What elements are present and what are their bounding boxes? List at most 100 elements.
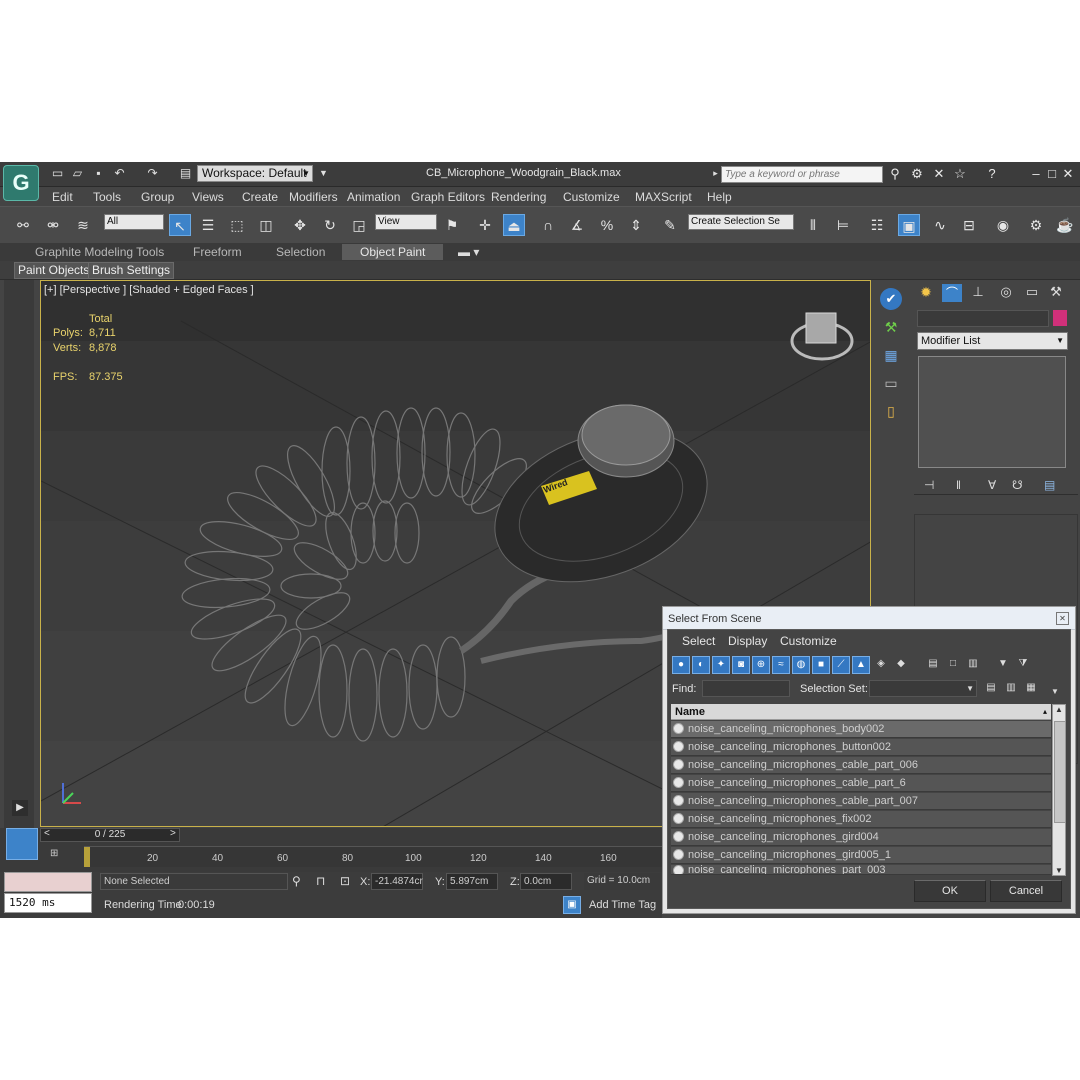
subtab-brush-settings[interactable]: Brush Settings bbox=[88, 262, 175, 279]
window-crossing-icon[interactable]: ◫ bbox=[255, 214, 277, 236]
filter-icon[interactable]: ▼ bbox=[994, 656, 1012, 674]
menu-views[interactable]: Views bbox=[192, 190, 224, 204]
curve-editor-icon[interactable]: ∿ bbox=[929, 214, 951, 236]
motion-tab-icon[interactable]: ◎ bbox=[996, 284, 1016, 302]
display-icon[interactable]: ▭ bbox=[880, 372, 902, 394]
maxscript-listener-mini[interactable] bbox=[4, 872, 92, 892]
menu-group[interactable]: Group bbox=[141, 190, 174, 204]
tab-object-paint[interactable]: Object Paint bbox=[342, 244, 444, 260]
select-by-name-icon[interactable]: ☰ bbox=[197, 214, 219, 236]
tab-graphite-modeling-tools[interactable]: Graphite Modeling Tools bbox=[35, 245, 164, 259]
edit-named-selection-icon[interactable]: ✎ bbox=[659, 214, 681, 236]
menu-rendering[interactable]: Rendering bbox=[491, 190, 546, 204]
reference-coordinate-dropdown[interactable]: View bbox=[375, 214, 437, 230]
add-time-tag[interactable]: Add Time Tag bbox=[589, 899, 656, 911]
move-icon[interactable]: ✥ bbox=[289, 214, 311, 236]
list-item[interactable]: noise_canceling_microphones_cable_part_6 bbox=[671, 775, 1051, 792]
schematic-view-icon[interactable]: ⊟ bbox=[958, 214, 980, 236]
options-chevron-icon[interactable]: ▼ bbox=[1046, 684, 1064, 702]
mirror-icon[interactable]: ⫴ bbox=[802, 214, 824, 236]
x-coordinate-field[interactable]: -21.4874cr bbox=[371, 873, 423, 890]
display-space-warps-icon[interactable]: ≈ bbox=[772, 656, 790, 674]
display-helpers-icon[interactable]: ⊕ bbox=[752, 656, 770, 674]
display-hidden-icon[interactable]: ◆ bbox=[892, 656, 910, 674]
list-item[interactable]: noise_canceling_microphones_part_003 bbox=[671, 865, 1051, 875]
list-item[interactable]: noise_canceling_microphones_gird004 bbox=[671, 829, 1051, 846]
display-lights-icon[interactable]: ✦ bbox=[712, 656, 730, 674]
display-groups-icon[interactable]: ◍ bbox=[792, 656, 810, 674]
percent-snap-icon[interactable]: % bbox=[596, 214, 618, 236]
create-tab-icon[interactable]: ✹ bbox=[916, 284, 936, 302]
help-icon[interactable]: ? bbox=[984, 166, 1000, 182]
advanced-filter-icon[interactable]: ⧩ bbox=[1014, 656, 1032, 674]
save-icon[interactable]: ▪ bbox=[91, 166, 106, 181]
keyboard-shortcut-override-icon[interactable]: ⏏ bbox=[503, 214, 525, 236]
ok-button[interactable]: OK bbox=[914, 880, 986, 902]
scroll-down-icon[interactable]: ▼ bbox=[1055, 866, 1063, 875]
object-name-field[interactable] bbox=[917, 310, 1049, 327]
display-cameras-icon[interactable]: ◙ bbox=[732, 656, 750, 674]
display-all-icon[interactable]: ▤ bbox=[924, 656, 942, 674]
time-slider-prev-icon[interactable]: < bbox=[44, 828, 50, 839]
align-icon[interactable]: ⊨ bbox=[832, 214, 854, 236]
render-frame-icon[interactable]: ☕ bbox=[1054, 214, 1076, 236]
key-mode-icon[interactable]: ⊞ bbox=[50, 848, 58, 859]
show-end-result-icon[interactable]: ‖ bbox=[956, 478, 961, 492]
list-item[interactable]: noise_canceling_microphones_cable_part_0… bbox=[671, 757, 1051, 774]
viewport-label[interactable]: [+] [Perspective ] [Shaded + Edged Faces… bbox=[44, 284, 254, 296]
time-slider[interactable]: 0 / 225 bbox=[40, 828, 180, 842]
menu-customize[interactable]: Customize bbox=[563, 190, 620, 204]
select-object-icon[interactable]: ↖ bbox=[169, 214, 191, 236]
scrollbar-thumb[interactable] bbox=[1054, 721, 1066, 823]
display-none-icon[interactable]: □ bbox=[944, 656, 962, 674]
select-all-icon[interactable]: ▤ bbox=[982, 680, 1000, 698]
subscription-icon[interactable]: ⚙ bbox=[909, 166, 925, 182]
snap-toggle-icon[interactable]: ∩ bbox=[537, 214, 559, 236]
tab-selection[interactable]: Selection bbox=[276, 245, 325, 259]
menu-animation[interactable]: Animation bbox=[347, 190, 400, 204]
select-invert-icon[interactable]: ▦ bbox=[1022, 680, 1040, 698]
scroll-up-icon[interactable]: ▲ bbox=[1055, 705, 1063, 714]
redo-icon[interactable]: ↷ bbox=[145, 166, 160, 181]
rotate-icon[interactable]: ↻ bbox=[319, 214, 341, 236]
tab-freeform[interactable]: Freeform bbox=[193, 245, 242, 259]
cancel-button[interactable]: Cancel bbox=[990, 880, 1062, 902]
find-input[interactable] bbox=[702, 680, 790, 697]
angle-snap-icon[interactable]: ∡ bbox=[566, 214, 588, 236]
modifier-stack[interactable] bbox=[918, 356, 1066, 468]
minimize-icon[interactable]: – bbox=[1028, 166, 1044, 182]
spinner-snap-icon[interactable]: ⇕ bbox=[625, 214, 647, 236]
display-geometry-icon[interactable]: ● bbox=[672, 656, 690, 674]
unlink-icon[interactable]: ⚮ bbox=[42, 214, 64, 236]
display-shapes-icon[interactable]: ◐ bbox=[692, 656, 710, 674]
link-icon[interactable]: ⚯ bbox=[12, 214, 34, 236]
dialog-menu-select[interactable]: Select bbox=[682, 634, 715, 648]
time-tag-icon[interactable]: ▣ bbox=[563, 896, 581, 914]
pin-stack-icon[interactable]: ⊣ bbox=[924, 478, 934, 492]
subtab-paint-objects[interactable]: Paint Objects bbox=[14, 262, 94, 279]
isolate-selection-icon[interactable]: ⚲ bbox=[292, 874, 301, 888]
selection-filter-dropdown[interactable]: All bbox=[104, 214, 164, 230]
absolute-mode-icon[interactable]: ⊡ bbox=[340, 874, 350, 888]
close-icon[interactable]: ✕ bbox=[1060, 166, 1076, 182]
workspace-dropdown[interactable]: Workspace: Default ▼ bbox=[197, 165, 313, 182]
lock-selection-icon[interactable]: ⊓ bbox=[316, 874, 325, 888]
checkmark-icon[interactable]: ✔ bbox=[880, 288, 902, 310]
workspace-menu-icon[interactable]: ▼ bbox=[316, 166, 331, 181]
door-icon[interactable]: ▯ bbox=[880, 400, 902, 422]
dialog-menu-customize[interactable]: Customize bbox=[780, 634, 837, 648]
display-tab-icon[interactable]: ▭ bbox=[1022, 284, 1042, 302]
object-color-swatch[interactable] bbox=[1053, 310, 1067, 326]
menu-graph-editors[interactable]: Graph Editors bbox=[411, 190, 485, 204]
modify-tab-icon[interactable]: ⌒ bbox=[942, 284, 962, 302]
window-icon[interactable]: ▦ bbox=[880, 344, 902, 366]
list-scrollbar[interactable]: ▲ ▼ bbox=[1052, 704, 1066, 876]
selection-set-dropdown[interactable]: ▼ bbox=[869, 680, 977, 697]
render-setup-icon[interactable]: ⚙ bbox=[1025, 214, 1047, 236]
hierarchy-tab-icon[interactable]: ⊥ bbox=[968, 284, 988, 302]
dialog-close-icon[interactable]: ✕ bbox=[1056, 612, 1069, 625]
timeline-cursor[interactable] bbox=[84, 847, 90, 867]
maxscript-output[interactable]: 1520 ms bbox=[4, 893, 92, 913]
named-selection-set-dropdown[interactable]: Create Selection Se bbox=[688, 214, 794, 230]
new-file-icon[interactable]: ▭ bbox=[50, 166, 65, 181]
